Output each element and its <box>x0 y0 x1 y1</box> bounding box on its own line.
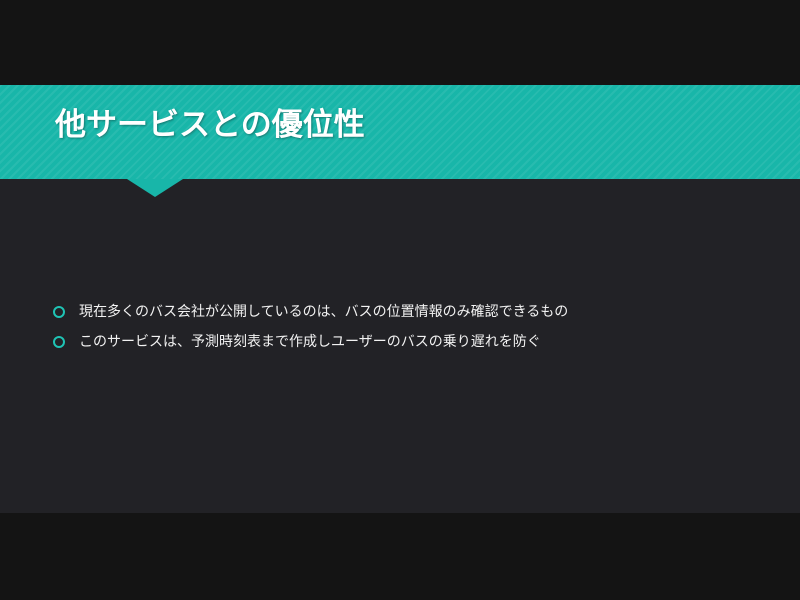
bullet-item: このサービスは、予測時刻表まで作成しユーザーのバスの乗り遅れを防ぐ <box>53 329 568 355</box>
title-band: 他サービスとの優位性 <box>0 85 800 179</box>
bullet-item: 現在多くのバス会社が公開しているのは、バスの位置情報のみ確認できるもの <box>53 299 568 325</box>
bullet-list: 現在多くのバス会社が公開しているのは、バスの位置情報のみ確認できるもの このサー… <box>53 299 568 359</box>
bullet-text: このサービスは、予測時刻表まで作成しユーザーのバスの乗り遅れを防ぐ <box>79 334 541 350</box>
title-band-notch <box>127 179 183 197</box>
hollow-circle-icon <box>53 306 65 318</box>
bullet-text: 現在多くのバス会社が公開しているのは、バスの位置情報のみ確認できるもの <box>79 304 569 320</box>
slide-title: 他サービスとの優位性 <box>55 107 365 143</box>
presentation-viewport: 他サービスとの優位性 現在多くのバス会社が公開しているのは、バスの位置情報のみ確… <box>0 0 800 600</box>
hollow-circle-icon <box>53 336 65 348</box>
slide: 他サービスとの優位性 現在多くのバス会社が公開しているのは、バスの位置情報のみ確… <box>0 85 800 513</box>
